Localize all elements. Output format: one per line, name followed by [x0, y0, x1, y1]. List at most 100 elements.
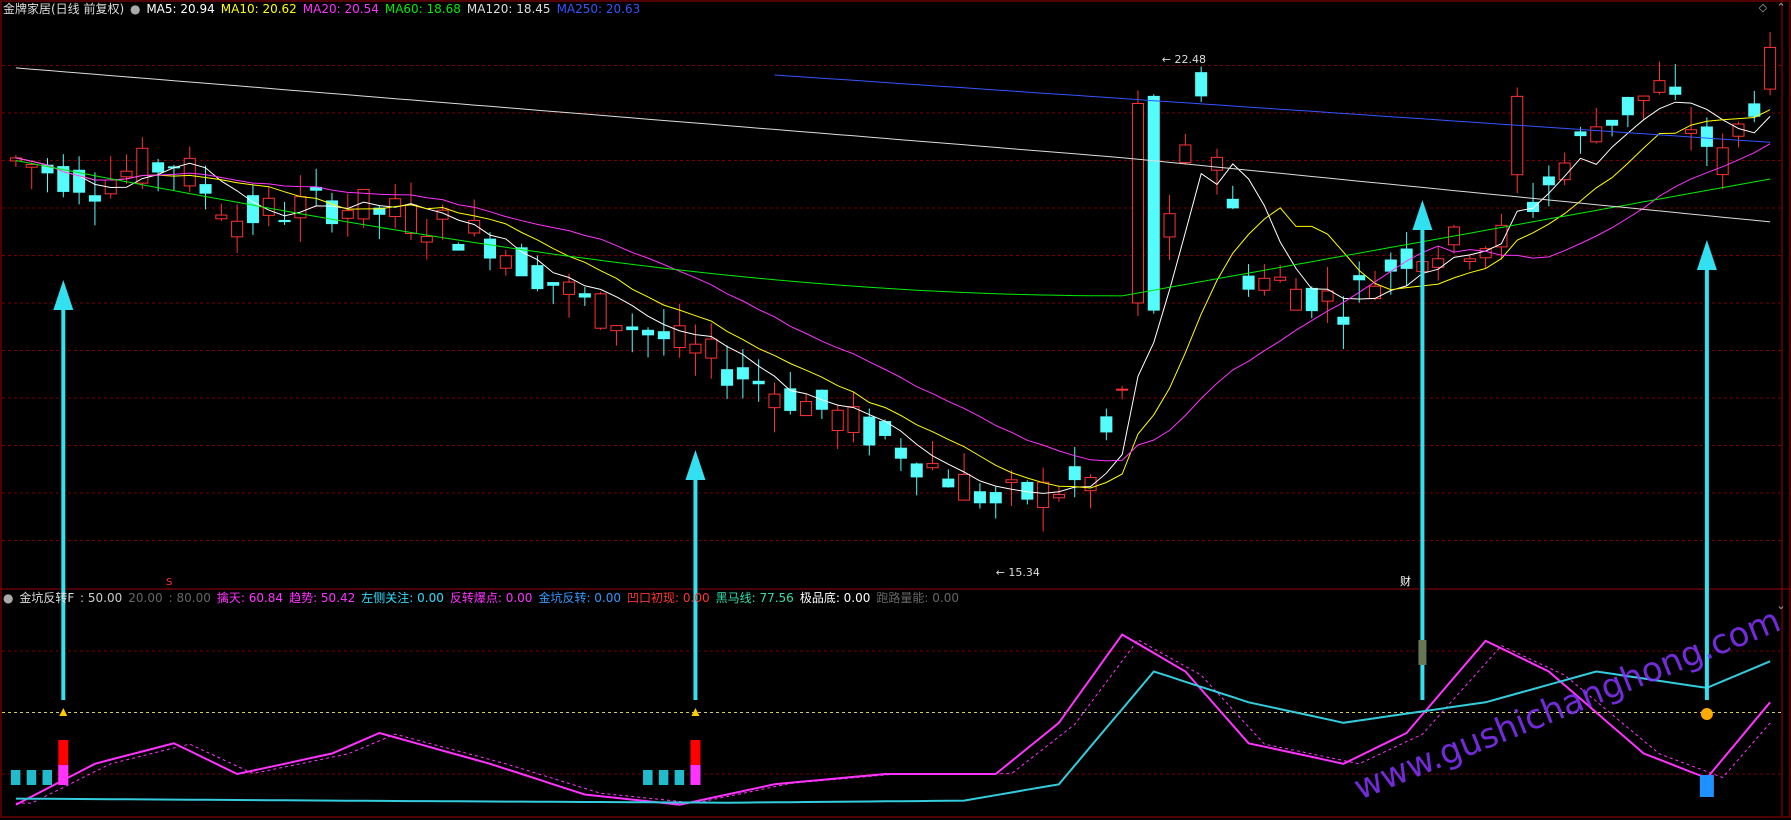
high-price-label: ← 22.48 — [1162, 53, 1206, 66]
ma20-line — [15, 143, 1771, 462]
indicator-collapse-icon[interactable]: ● — [0, 591, 13, 605]
cyan-block — [42, 770, 52, 785]
indicator-legend-10: 极品底: 0.00 — [799, 591, 871, 605]
candle-body — [594, 293, 607, 329]
candle-body — [1005, 479, 1018, 483]
signal-top-marker — [59, 708, 68, 716]
candle-body — [1052, 494, 1065, 499]
cyan-block — [10, 770, 21, 785]
candle-body — [1274, 276, 1287, 281]
candle-body — [420, 236, 433, 243]
indicator-legend-0: : 50.00 — [80, 591, 123, 605]
candle-body — [1621, 96, 1634, 116]
collapse-icon[interactable]: ● — [130, 2, 140, 16]
candle-body — [800, 401, 813, 417]
candle-body — [1479, 248, 1492, 259]
candle-body — [752, 380, 765, 385]
candle-body — [926, 463, 939, 469]
signal-circle-icon — [1700, 708, 1713, 720]
candle-body — [705, 338, 718, 359]
candle-body — [1748, 103, 1761, 117]
candle-body — [183, 157, 196, 187]
candle-body — [642, 329, 655, 336]
indicator-legend-2: : 80.00 — [168, 591, 211, 605]
cyan-block — [674, 770, 685, 785]
indicator-legend-3: 擒天: 60.84 — [216, 591, 284, 605]
candle-body — [1305, 287, 1318, 312]
candle-body — [404, 204, 418, 235]
candle-body — [1210, 156, 1224, 171]
signal-arrow-head — [53, 280, 74, 310]
ma-legend-4: MA120: 18.45 — [466, 2, 551, 16]
indicator-legend-5: 左侧关注: 0.00 — [361, 591, 444, 605]
candle-body — [942, 478, 955, 488]
stock-title: 金牌家居(日线 前复权) — [3, 2, 125, 16]
candle-body — [215, 214, 228, 220]
candle-body — [784, 388, 797, 411]
indicator-legend-8: 凹口初现: 0.00 — [627, 591, 710, 605]
candle-body — [231, 220, 244, 238]
signal-bar-magenta — [690, 765, 701, 785]
candle-body — [262, 197, 275, 216]
indicator-legend-6: 反转爆点: 0.00 — [449, 591, 533, 605]
indicator-title: 金坑反转F — [19, 591, 75, 605]
candle-body — [199, 184, 212, 194]
candle-body — [1116, 388, 1129, 391]
ma-legend-3: MA60: 18.68 — [384, 2, 461, 16]
up-arrow-icon[interactable]: ⌃ — [1775, 2, 1787, 14]
candle-body — [1321, 290, 1334, 302]
candle-body — [483, 238, 497, 259]
candle-body — [578, 293, 591, 298]
candle-body — [1463, 258, 1476, 263]
candle-body — [1037, 481, 1050, 508]
down-arrow-icon[interactable]: ⌄ — [1775, 600, 1787, 612]
candle-body — [1716, 147, 1729, 176]
ma250-line — [774, 74, 1771, 143]
candle-body — [831, 409, 844, 432]
indicator-header: ● 金坑反转F : 50.00 20.00: 80.00 擒天: 60.84 趋势: … — [0, 589, 967, 607]
signal-bar-magenta — [58, 765, 69, 785]
candle-body — [1131, 103, 1144, 304]
cyan-block — [26, 770, 37, 785]
signal-arrow-head — [685, 450, 706, 480]
candle-body — [1163, 213, 1176, 238]
candle-body — [1653, 80, 1666, 93]
indicator-legend-11: 跑路量能: 0.00 — [876, 591, 959, 605]
indicator-legend-7: 金坑反转: 0.00 — [538, 591, 622, 605]
candle-body — [1289, 288, 1303, 311]
candle-body — [1700, 126, 1713, 147]
candle-body — [1226, 198, 1239, 209]
candle-body — [1511, 95, 1524, 176]
candle-body — [626, 326, 639, 331]
candle-body — [1669, 86, 1682, 95]
candle-body — [847, 406, 860, 433]
candle-body — [910, 463, 923, 478]
candle-body — [1606, 119, 1619, 126]
candle-body — [452, 243, 465, 251]
chart-stage: ← 22.48← 15.34财Swww.gushichanghong.com — [0, 0, 1791, 818]
candle-body — [1100, 416, 1113, 433]
candle-body — [610, 325, 623, 332]
candle-body — [721, 369, 734, 386]
candle-body — [499, 255, 512, 269]
candle-body — [1527, 201, 1540, 213]
candle-body — [88, 195, 101, 202]
candle-body — [1574, 131, 1587, 137]
candle-body — [278, 219, 291, 223]
candle-body — [863, 416, 876, 446]
candle-body — [689, 343, 702, 354]
ma120-line — [15, 67, 1771, 223]
signal-arrow-head — [1412, 200, 1433, 230]
indicator-legend-4: 趋势: 50.42 — [289, 591, 356, 605]
candle-body — [1590, 126, 1603, 143]
s-marker: S — [166, 577, 172, 588]
candle-body — [958, 473, 971, 501]
candle-body — [1068, 466, 1081, 481]
indicator-legend-9: 黑马线: 77.56 — [715, 591, 794, 605]
diamond-icon[interactable]: ◇ — [1757, 2, 1769, 14]
candle-body — [1084, 476, 1097, 492]
candle-body — [1542, 176, 1555, 186]
candle-body — [547, 282, 560, 286]
candle-body — [989, 492, 1002, 504]
cyan-block — [658, 770, 669, 785]
